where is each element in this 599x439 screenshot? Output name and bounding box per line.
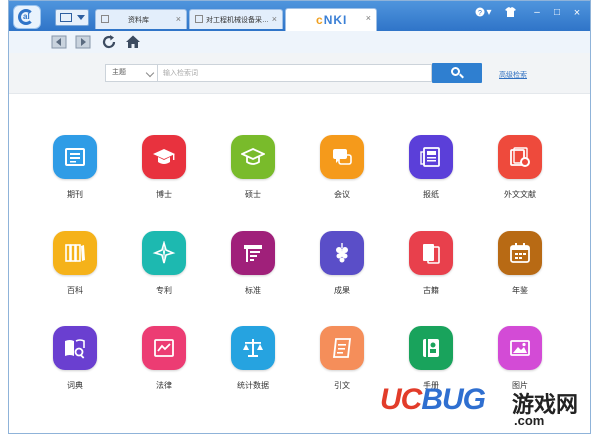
svg-text:?: ? [478, 10, 482, 17]
category-label: 百科 [67, 286, 83, 295]
tab-cnki-home[interactable]: cNKI × [285, 8, 377, 31]
search-bar: 主题 高级检索 [9, 53, 590, 94]
master-cap-icon [231, 135, 275, 179]
search-scope-select[interactable]: 主题 [105, 64, 157, 82]
category-standard[interactable]: 标准 [213, 231, 293, 311]
category-yearbook[interactable]: 年鉴 [480, 231, 560, 311]
ancient-books-icon [409, 231, 453, 275]
category-citation[interactable]: 引文 [302, 326, 382, 406]
category-dictionary[interactable]: 词典 [35, 326, 115, 406]
close-button[interactable]: × [571, 7, 583, 21]
category-label: 引文 [334, 381, 350, 390]
meeting-icon [320, 135, 364, 179]
chevron-down-icon [145, 68, 155, 78]
encyclopedia-icon [53, 231, 97, 275]
category-label: 硕士 [245, 190, 261, 199]
category-law[interactable]: 法律 [124, 326, 204, 406]
navigation-toolbar [9, 31, 590, 54]
search-scope-label: 主题 [112, 69, 126, 76]
title-bar: al 资料库 × 对工程机械设备采… × cNKI × ? ▾ – □ × [9, 1, 590, 31]
category-label: 博士 [156, 190, 172, 199]
document-icon [195, 15, 203, 23]
search-button[interactable] [432, 63, 482, 83]
category-label: 统计数据 [237, 381, 269, 390]
category-label: 专利 [156, 286, 172, 295]
statistics-icon [231, 326, 275, 370]
category-patent[interactable]: 专利 [124, 231, 204, 311]
standard-icon [231, 231, 275, 275]
handbook-icon [409, 326, 453, 370]
newspaper-icon [409, 135, 453, 179]
category-meeting[interactable]: 会议 [302, 135, 382, 215]
maximize-button[interactable]: □ [551, 7, 563, 21]
category-label: 外文文献 [504, 190, 536, 199]
skin-icon[interactable] [503, 7, 517, 21]
watermark-domain: .com [514, 413, 545, 428]
category-achievement[interactable]: 成果 [302, 231, 382, 311]
tab-close-icon[interactable]: × [366, 13, 371, 23]
tab-library-label: 资料库 [128, 17, 149, 24]
category-newspaper[interactable]: 报纸 [391, 135, 471, 215]
app-logo-icon[interactable]: al [13, 5, 41, 29]
achievement-icon [320, 231, 364, 275]
dictionary-icon [53, 326, 97, 370]
law-icon [142, 326, 186, 370]
category-label: 年鉴 [512, 286, 528, 295]
category-foreign-docs[interactable]: 外文文献 [480, 135, 560, 215]
category-label: 期刊 [67, 190, 83, 199]
foreign-docs-icon [498, 135, 542, 179]
tab-document[interactable]: 对工程机械设备采… × [189, 9, 283, 29]
category-ancient-books[interactable]: 古籍 [391, 231, 471, 311]
advanced-search-link[interactable]: 高级检索 [499, 70, 527, 80]
minimize-button[interactable]: – [531, 7, 543, 21]
cnki-logo-icon: cNKI [316, 13, 348, 27]
tab-close-icon[interactable]: × [176, 14, 181, 24]
ucbug-watermark: UCBUG 游戏网 .com [380, 383, 592, 433]
cnki-window: al 资料库 × 对工程机械设备采… × cNKI × ? ▾ – □ × 主题… [8, 0, 591, 434]
category-label: 报纸 [423, 190, 439, 199]
tab-library[interactable]: 资料库 × [95, 9, 187, 29]
category-label: 会议 [334, 190, 350, 199]
back-icon[interactable] [51, 34, 67, 50]
patent-icon [142, 231, 186, 275]
forward-icon[interactable] [75, 34, 91, 50]
menu-button[interactable] [55, 9, 89, 26]
tab-library-icon [101, 15, 109, 23]
category-journal[interactable]: 期刊 [35, 135, 115, 215]
doctor-cap-icon [142, 135, 186, 179]
category-label: 标准 [245, 286, 261, 295]
search-input[interactable] [157, 64, 432, 82]
tab-document-label: 对工程机械设备采… [206, 17, 268, 24]
tab-close-icon[interactable]: × [272, 14, 277, 24]
category-label: 成果 [334, 286, 350, 295]
journal-icon [53, 135, 97, 179]
help-dropdown-icon[interactable]: ▾ [485, 7, 493, 21]
category-label: 词典 [67, 381, 83, 390]
category-label: 古籍 [423, 286, 439, 295]
refresh-icon[interactable] [101, 34, 117, 50]
citation-icon [320, 326, 364, 370]
category-doctor[interactable]: 博士 [124, 135, 204, 215]
picture-icon [498, 326, 542, 370]
home-icon[interactable] [125, 34, 141, 50]
watermark-logo: UCBUG [380, 383, 486, 416]
category-statistics[interactable]: 统计数据 [213, 326, 293, 406]
category-encyclopedia[interactable]: 百科 [35, 231, 115, 311]
yearbook-icon [498, 231, 542, 275]
category-label: 法律 [156, 381, 172, 390]
category-master[interactable]: 硕士 [213, 135, 293, 215]
